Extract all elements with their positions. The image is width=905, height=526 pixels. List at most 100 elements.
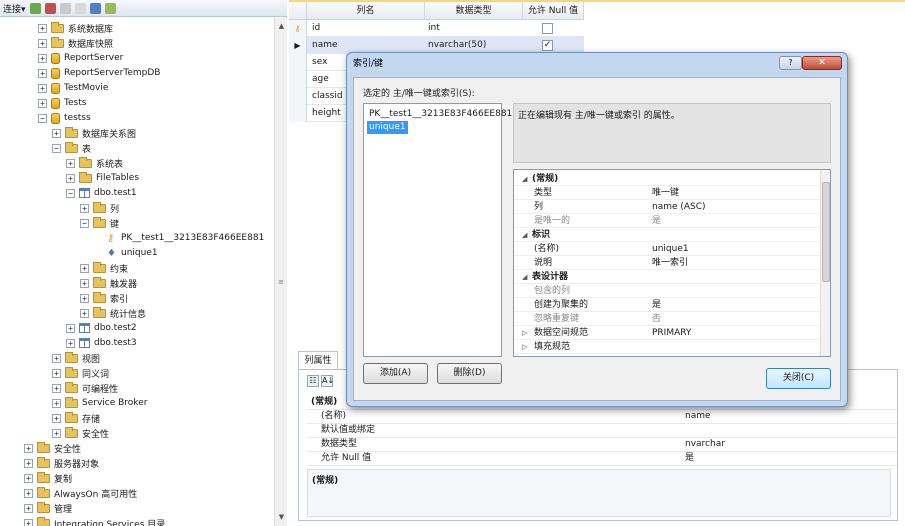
tree-node[interactable]: + 索引 — [80, 291, 128, 305]
tree-node[interactable]: + 安全性 — [52, 426, 109, 440]
expand-icon[interactable]: + — [66, 158, 75, 168]
expand-icon[interactable]: + — [38, 68, 47, 78]
refresh-icon[interactable] — [89, 2, 101, 14]
close-icon[interactable]: ✕ — [802, 56, 842, 70]
property-category[interactable]: ◢ 标识 — [514, 229, 820, 242]
add-button[interactable]: 添加(A) — [363, 363, 428, 384]
row-selector[interactable] — [289, 88, 307, 105]
expand-icon[interactable]: + — [52, 128, 61, 138]
tab-column-properties[interactable]: 列属性 — [298, 351, 338, 370]
tree-node[interactable]: − testss — [38, 111, 91, 125]
expand-icon[interactable]: + — [80, 293, 89, 303]
property-row[interactable]: 类型 唯一键 — [514, 187, 820, 200]
property-value[interactable]: 唯一键 — [652, 187, 679, 200]
property-row[interactable]: ▷ 填充规范 — [514, 341, 820, 354]
expand-icon[interactable]: + — [24, 488, 33, 498]
column-name-cell[interactable]: id — [312, 20, 320, 37]
stop-icon[interactable] — [59, 2, 71, 14]
sort-alpha-icon[interactable]: A↓ — [321, 375, 334, 387]
tree-node[interactable]: + Integration Services 目录 — [24, 516, 165, 526]
row-selector[interactable] — [289, 71, 307, 88]
list-item[interactable]: unique1 — [367, 121, 408, 134]
expand-icon[interactable]: + — [38, 83, 47, 93]
allow-null-checkbox[interactable]: ✓ — [542, 40, 553, 51]
property-category[interactable]: ◢ (常规) — [514, 173, 820, 186]
expand-icon[interactable]: + — [80, 278, 89, 288]
tree-node[interactable]: + 服务器对象 — [24, 456, 99, 470]
property-row[interactable]: 数据类型 nvarchar — [307, 437, 897, 452]
column-name-cell[interactable]: classid — [312, 88, 343, 105]
expand-icon[interactable]: + — [80, 263, 89, 273]
primary-key-icon[interactable]: ⚷ — [289, 20, 307, 37]
column-name-cell[interactable]: height — [312, 105, 341, 122]
property-value[interactable]: 是 — [652, 215, 661, 228]
expand-icon[interactable]: + — [38, 23, 47, 33]
collapse-icon[interactable]: ◢ — [522, 173, 527, 186]
tree-node[interactable]: + 列 — [80, 201, 119, 215]
column-name-cell[interactable]: name — [312, 37, 338, 54]
property-value[interactable]: 否 — [652, 313, 661, 326]
expand-icon[interactable]: + — [52, 398, 61, 408]
close-button[interactable]: 关闭(C) — [766, 368, 831, 389]
property-row[interactable]: 列 name (ASC) — [514, 201, 820, 214]
tree-node[interactable]: − dbo.test1 — [66, 186, 137, 200]
expand-icon[interactable]: + — [38, 53, 47, 63]
tree-node[interactable]: + ReportServer — [38, 51, 123, 65]
list-item[interactable]: PK__test1__3213E83F466EE881 — [367, 108, 514, 121]
tree-node[interactable]: + AlwaysOn 高可用性 — [24, 486, 137, 500]
expand-icon[interactable]: + — [52, 413, 61, 423]
tree-node[interactable]: + 同义词 — [52, 366, 109, 380]
tree-node[interactable]: + dbo.test2 — [66, 321, 137, 335]
scroll-up-icon[interactable]: ▲ — [277, 22, 286, 31]
property-category[interactable]: ◢ 表设计器 — [514, 271, 820, 284]
collapse-icon[interactable]: − — [52, 143, 61, 153]
expand-icon[interactable]: + — [52, 428, 61, 438]
expand-icon[interactable]: + — [24, 503, 33, 513]
expand-icon[interactable]: + — [52, 353, 61, 363]
property-value[interactable]: 是 — [685, 451, 694, 466]
allow-null-checkbox[interactable] — [542, 23, 553, 34]
tree-node[interactable]: + 触发器 — [80, 276, 137, 290]
property-value[interactable]: nvarchar — [685, 437, 725, 452]
expand-icon[interactable]: ▷ — [522, 327, 527, 340]
expand-icon[interactable]: + — [80, 308, 89, 318]
tree-node[interactable]: + 可编程性 — [52, 381, 118, 395]
property-row[interactable]: 创建为聚集的 是 — [514, 299, 820, 312]
property-row[interactable]: 允许 Null 值 是 — [307, 451, 897, 466]
tree-node[interactable]: + Tests — [38, 96, 86, 110]
tree-node[interactable]: + 统计信息 — [80, 306, 146, 320]
expand-icon[interactable]: + — [66, 338, 75, 348]
data-type-cell[interactable]: int — [428, 20, 440, 37]
keys-list[interactable]: PK__test1__3213E83F466EE881 unique1 — [363, 103, 512, 357]
expand-icon[interactable]: + — [38, 98, 47, 108]
expand-icon[interactable]: + — [38, 38, 47, 48]
row-selector[interactable] — [289, 54, 307, 71]
tree-node[interactable]: + Service Broker — [52, 396, 147, 410]
key-properties-scrollbar[interactable] — [820, 170, 830, 356]
tree-node[interactable]: + 存储 — [52, 411, 100, 425]
tree-node[interactable]: + TestMovie — [38, 81, 108, 95]
tree-node[interactable]: + 管理 — [24, 501, 72, 515]
help-button[interactable]: ? — [779, 56, 802, 70]
current-row-icon[interactable]: ▶ — [289, 37, 307, 54]
delete-button[interactable]: 删除(D) — [437, 363, 502, 384]
expand-icon[interactable]: + — [24, 473, 33, 483]
property-value[interactable]: PRIMARY — [652, 327, 691, 340]
collapse-icon[interactable]: ◢ — [522, 271, 527, 284]
collapse-icon[interactable]: − — [80, 218, 89, 228]
collapse-icon[interactable]: − — [66, 188, 75, 198]
tree-node[interactable]: + 系统数据库 — [38, 21, 113, 35]
tree-node[interactable]: + ReportServerTempDB — [38, 66, 160, 80]
scroll-down-icon[interactable]: ▼ — [277, 513, 286, 522]
object-explorer-scrollbar[interactable]: ▲ ≡ ▼ — [274, 18, 287, 526]
collapse-icon[interactable]: ◢ — [522, 229, 527, 242]
property-value[interactable]: name (ASC) — [652, 201, 706, 214]
property-row[interactable]: 说明 唯一索引 — [514, 257, 820, 270]
expand-icon[interactable]: + — [24, 443, 33, 453]
connect-button[interactable]: 连接▾ — [3, 2, 26, 15]
expand-icon[interactable]: + — [24, 518, 33, 526]
tree-node[interactable]: ♦ unique1 — [94, 246, 158, 260]
expand-icon[interactable]: + — [66, 173, 75, 183]
property-row[interactable]: 包含的列 — [514, 285, 820, 298]
tree-node[interactable]: + 约束 — [80, 261, 128, 275]
